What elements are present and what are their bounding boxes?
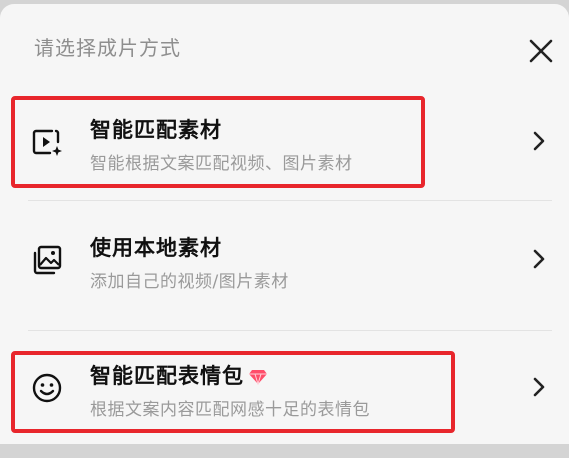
- option-description: 添加自己的视频/图片素材: [90, 272, 289, 292]
- option-smart-match-material[interactable]: 智能匹配素材 智能根据文案匹配视频、图片素材: [0, 92, 569, 212]
- option-title: 使用本地素材: [90, 236, 222, 260]
- video-sparkle-icon: [30, 125, 64, 159]
- chevron-right-icon: [530, 374, 548, 400]
- choose-method-sheet: 请选择成片方式 智能匹配素材 智能根据文案匹配视频、图片素材 使用本地素材 添加…: [0, 4, 569, 444]
- sheet-header: 请选择成片方式: [0, 4, 569, 88]
- close-button[interactable]: [524, 34, 558, 68]
- smiley-icon: [30, 371, 64, 405]
- chevron-right-icon: [530, 128, 548, 154]
- option-title-text: 智能匹配表情包: [90, 364, 244, 388]
- vip-diamond-icon: [248, 369, 268, 385]
- option-use-local-material[interactable]: 使用本地素材 添加自己的视频/图片素材: [0, 210, 569, 330]
- image-gallery-icon: [30, 243, 64, 277]
- option-title: 智能匹配素材: [90, 118, 222, 142]
- option-description: 智能根据文案匹配视频、图片素材: [90, 154, 353, 174]
- chevron-right-icon: [530, 246, 548, 272]
- close-icon: [529, 39, 553, 63]
- sheet-title: 请选择成片方式: [34, 36, 181, 60]
- option-smart-match-stickers[interactable]: 智能匹配表情包 根据文案内容匹配网感十足的表情包: [0, 338, 569, 458]
- option-description: 根据文案内容匹配网感十足的表情包: [90, 400, 370, 420]
- option-title: 智能匹配表情包: [90, 360, 268, 390]
- divider: [28, 200, 552, 201]
- divider: [28, 330, 552, 331]
